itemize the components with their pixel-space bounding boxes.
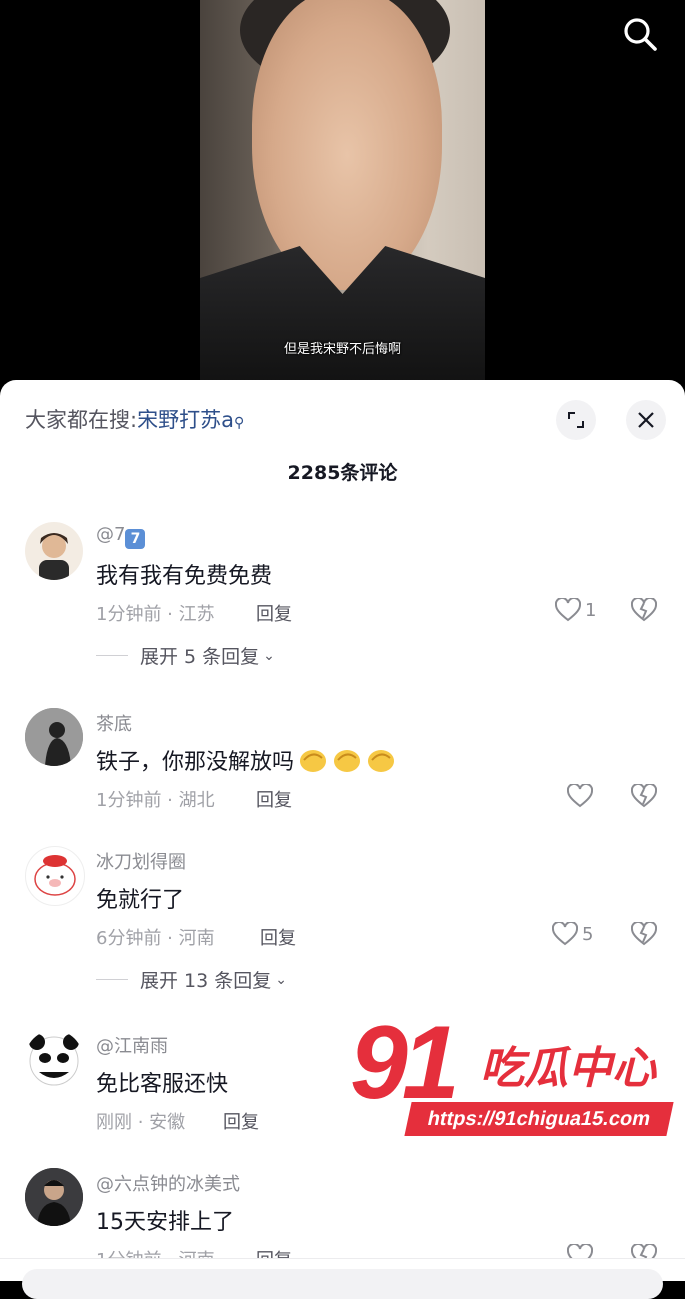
- watermark-url: https://91chigua15.com: [404, 1102, 674, 1136]
- clap-emoji-icon: [298, 746, 328, 774]
- like-button[interactable]: 1: [555, 598, 596, 622]
- search-button[interactable]: [620, 14, 660, 54]
- comment-username[interactable]: 茶底: [96, 710, 132, 736]
- dislike-button[interactable]: [630, 920, 658, 950]
- comment-count: 2285条评论: [287, 462, 398, 484]
- close-button[interactable]: [626, 400, 666, 440]
- like-button[interactable]: 5: [552, 922, 593, 946]
- broken-heart-icon: [630, 596, 658, 622]
- video-face-shape: [252, 0, 442, 290]
- broken-heart-icon: [630, 920, 658, 946]
- avatar[interactable]: [25, 846, 85, 906]
- avatar[interactable]: [25, 1030, 83, 1088]
- clap-emoji-icon: [332, 746, 362, 774]
- comment-username[interactable]: @六点钟的冰美式: [96, 1170, 240, 1196]
- heart-icon: [555, 598, 581, 622]
- video-frame: 但是我宋野不后悔啊: [200, 0, 485, 385]
- video-subtitle: 但是我宋野不后悔啊: [283, 342, 401, 357]
- watermark-name: 吃瓜中心: [480, 1043, 656, 1094]
- dislike-button[interactable]: [630, 596, 658, 626]
- expand-replies-button[interactable]: 展开 13 条回复 ⌄: [96, 966, 287, 993]
- heart-icon: [552, 922, 578, 946]
- reply-button[interactable]: 回复: [223, 1108, 259, 1134]
- avatar[interactable]: [25, 1168, 83, 1226]
- expand-icon: [568, 412, 584, 428]
- expand-replies-label: 展开 13 条回复: [140, 970, 272, 992]
- comment-meta: 1分钟前 · 湖北: [96, 790, 215, 811]
- comment-meta: 6分钟前 · 河南: [96, 928, 215, 949]
- comment-username[interactable]: @7 7: [96, 524, 146, 549]
- heart-icon: [567, 784, 593, 808]
- avatar[interactable]: [25, 522, 83, 580]
- comment-text: 铁子，你那没解放吗: [96, 744, 396, 776]
- comment-username[interactable]: 冰刀划得圈: [96, 848, 186, 874]
- comment-text: 免比客服还快: [96, 1072, 229, 1097]
- reply-button[interactable]: 回复: [260, 924, 296, 950]
- expand-replies-button[interactable]: 展开 5 条回复 ⌄: [96, 642, 275, 669]
- like-button[interactable]: [567, 784, 593, 808]
- comment-username[interactable]: @江南雨: [96, 1032, 168, 1058]
- comment-text: 我有我有免费免费: [96, 564, 273, 589]
- video-player[interactable]: 但是我宋野不后悔啊: [0, 0, 685, 400]
- comment-input-bar[interactable]: [0, 1258, 685, 1299]
- comment-text: 15天安排上了: [96, 1210, 234, 1235]
- number-badge: 7: [125, 529, 146, 549]
- comment-text: 免就行了: [96, 888, 185, 913]
- clap-emoji-icon: [366, 746, 396, 774]
- like-count: 5: [582, 923, 594, 945]
- hot-search-bar[interactable]: 大家都在搜:宋野打苏a⚲: [25, 404, 244, 434]
- hot-search-query[interactable]: 宋野打苏a: [137, 408, 234, 432]
- site-watermark: 91 吃瓜中心 https://91chigua15.com: [350, 1005, 680, 1150]
- search-icon: [624, 18, 657, 51]
- hot-search-label: 大家都在搜:: [25, 408, 138, 432]
- chevron-down-icon: ⌄: [275, 971, 287, 988]
- expand-fullscreen-button[interactable]: [556, 400, 596, 440]
- small-search-icon: ⚲: [233, 415, 245, 431]
- broken-heart-icon: [630, 782, 658, 808]
- divider: [96, 979, 128, 980]
- comment-input[interactable]: [22, 1269, 663, 1299]
- chevron-down-icon: ⌄: [263, 647, 275, 664]
- avatar[interactable]: [25, 708, 83, 766]
- reply-button[interactable]: 回复: [256, 786, 292, 812]
- reply-button[interactable]: 回复: [256, 600, 292, 626]
- close-icon: [638, 412, 654, 428]
- like-count: 1: [585, 599, 597, 621]
- divider: [96, 655, 128, 656]
- dislike-button[interactable]: [630, 782, 658, 812]
- comment-meta: 1分钟前 · 江苏: [96, 604, 215, 625]
- comment-meta: 刚刚 · 安徽: [96, 1112, 186, 1133]
- expand-replies-label: 展开 5 条回复: [140, 646, 260, 668]
